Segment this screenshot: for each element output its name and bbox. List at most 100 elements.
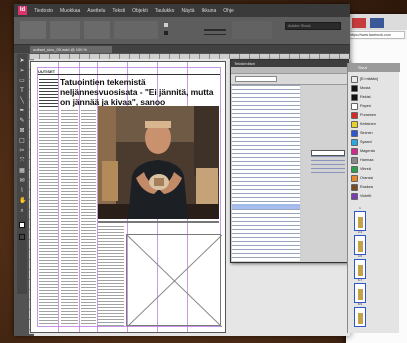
text-column[interactable] [39, 110, 58, 326]
swatch-color-icon [351, 111, 358, 119]
scissors-tool-icon[interactable]: ✂ [19, 148, 25, 154]
swatch-color-icon [351, 147, 358, 155]
position-fields[interactable] [50, 21, 80, 39]
page-thumbnail[interactable] [354, 211, 366, 231]
scale-rotate-fields[interactable] [114, 21, 158, 39]
menu-window[interactable]: Ikkuna [202, 8, 217, 14]
stroke-type-line[interactable] [204, 34, 226, 35]
menu-edit[interactable]: Muokkaa [60, 8, 80, 14]
swatch-row[interactable]: Violetti [350, 192, 399, 200]
browser-tab-strip[interactable] [346, 14, 407, 30]
pen-tool-icon[interactable]: ✒ [19, 108, 25, 114]
stroke-swatch-icon[interactable] [164, 31, 168, 35]
style-list[interactable] [311, 156, 345, 176]
menu-view[interactable]: Näytä [181, 8, 194, 14]
page-thumbnail[interactable] [354, 307, 366, 327]
gradient-tool-icon[interactable]: ▦ [19, 168, 25, 174]
page-number-label: 4-5 [357, 254, 363, 258]
swatch-row[interactable]: Vihreä [350, 165, 399, 173]
page-thumbnail[interactable] [354, 259, 366, 279]
menu-file[interactable]: Tiedosto [34, 8, 53, 14]
browser-tab[interactable] [370, 18, 384, 28]
document-tab[interactable]: uutiset_sivu_05.indd @ 100 % [30, 46, 112, 53]
page-thumbnail[interactable] [354, 283, 366, 303]
note-tool-icon[interactable]: ✉ [19, 178, 25, 184]
menu-table[interactable]: Taulukko [155, 8, 175, 14]
swatch-label: Rekist. [360, 95, 372, 99]
story-text-list[interactable] [232, 85, 300, 261]
frame-tool-icon[interactable]: ⊠ [19, 128, 25, 134]
effects-controls[interactable] [232, 21, 272, 39]
text-column[interactable] [61, 110, 78, 326]
swatch-row[interactable]: [Ei mitään] [350, 75, 399, 83]
swatch-row[interactable]: Keltainen [350, 120, 399, 128]
swatch-label: Vihreä [360, 167, 371, 171]
fill-color-icon[interactable] [19, 222, 25, 228]
page-image-icon [358, 217, 363, 228]
story-editor-title[interactable]: Tekstieditori [231, 60, 348, 67]
pencil-tool-icon[interactable]: ✎ [19, 118, 25, 124]
line-tool-icon[interactable]: ╲ [19, 98, 25, 104]
document-page[interactable]: UUTISET Tatuointien tekemistä neljännesv… [30, 61, 226, 333]
swatch-row[interactable]: Oranssi [350, 174, 399, 182]
swatch-color-icon [351, 156, 358, 164]
swatch-row[interactable]: Musta [350, 84, 399, 92]
panel-tab[interactable]: Sivut [348, 63, 400, 72]
browser-tab[interactable] [352, 18, 366, 28]
swatch-label: Sininen [360, 131, 373, 135]
stock-search-input[interactable]: Adobe Stock [285, 22, 341, 30]
hand-tool-icon[interactable]: ✋ [19, 198, 26, 204]
stroke-color-icon[interactable] [19, 234, 25, 240]
story-editor-toolbar [231, 67, 348, 74]
text-column[interactable] [81, 110, 96, 326]
photo-caption[interactable] [98, 221, 219, 223]
page-thumbnail[interactable] [354, 235, 366, 255]
article-headline[interactable]: Tatuointien tekemistä neljännesvuosisata… [60, 77, 220, 107]
page-tool-icon[interactable]: ▭ [19, 78, 25, 84]
swatch-color-icon [351, 165, 358, 173]
selected-text-line[interactable] [232, 204, 300, 209]
transform-tool-icon[interactable]: ⤧ [19, 158, 25, 164]
swatch-label: Ruskea [360, 185, 373, 189]
swatch-label: Magenta [360, 149, 375, 153]
menu-layout[interactable]: Asettelu [87, 8, 105, 14]
menu-help[interactable]: Ohje [223, 8, 234, 14]
empty-image-frame[interactable] [126, 234, 223, 328]
lead-text-frame[interactable] [39, 79, 58, 107]
direct-selection-icon[interactable]: ➢ [19, 68, 25, 74]
swatch-row[interactable]: Ruskea [350, 183, 399, 191]
document-tab-bar: uutiset_sivu_05.indd @ 100 % [14, 45, 350, 53]
reference-point-control[interactable] [20, 21, 46, 39]
swatch-color-icon [351, 75, 358, 83]
zoom-tool-icon[interactable]: ⌕ [19, 208, 25, 214]
swatch-label: Punainen [360, 113, 377, 117]
size-fields[interactable] [84, 21, 110, 39]
story-style-field[interactable] [235, 76, 277, 82]
story-editor-panel[interactable]: Tekstieditori [230, 59, 349, 263]
swatch-row[interactable]: Sininen [350, 129, 399, 137]
swatch-row[interactable]: Paperi [350, 102, 399, 110]
selection-tool-icon[interactable]: ➤ [19, 58, 25, 64]
swatch-color-icon [351, 129, 358, 137]
page-number-label: 1 [359, 206, 361, 210]
stroke-weight-line[interactable] [204, 29, 226, 31]
swatch-row[interactable]: Syaani [350, 138, 399, 146]
fill-swatch-icon[interactable] [164, 23, 168, 27]
swatch-row[interactable]: Rekist. [350, 93, 399, 101]
menu-type[interactable]: Teksti [112, 8, 125, 14]
menu-object[interactable]: Objekti [132, 8, 148, 14]
swatch-row[interactable]: Punainen [350, 111, 399, 119]
text-column[interactable] [98, 226, 124, 326]
swatches-panel: Sivut [Ei mitään] Musta Rekist. Paperi Punai… [347, 63, 400, 333]
rectangle-tool-icon[interactable]: □ [19, 138, 25, 144]
eyedropper-tool-icon[interactable]: ⌇ [19, 188, 25, 194]
swatch-row[interactable]: Harmaa [350, 156, 399, 164]
swatch-color-icon [351, 120, 358, 128]
article-photo[interactable] [98, 106, 219, 219]
type-tool-icon[interactable]: T [19, 88, 25, 94]
page-number-label: 8-9 [357, 302, 363, 306]
page-image-icon [358, 289, 363, 300]
swatch-row[interactable]: Magenta [350, 147, 399, 155]
page-image-icon [358, 241, 363, 252]
browser-url-field[interactable]: https://www.facebook.com [348, 31, 405, 39]
